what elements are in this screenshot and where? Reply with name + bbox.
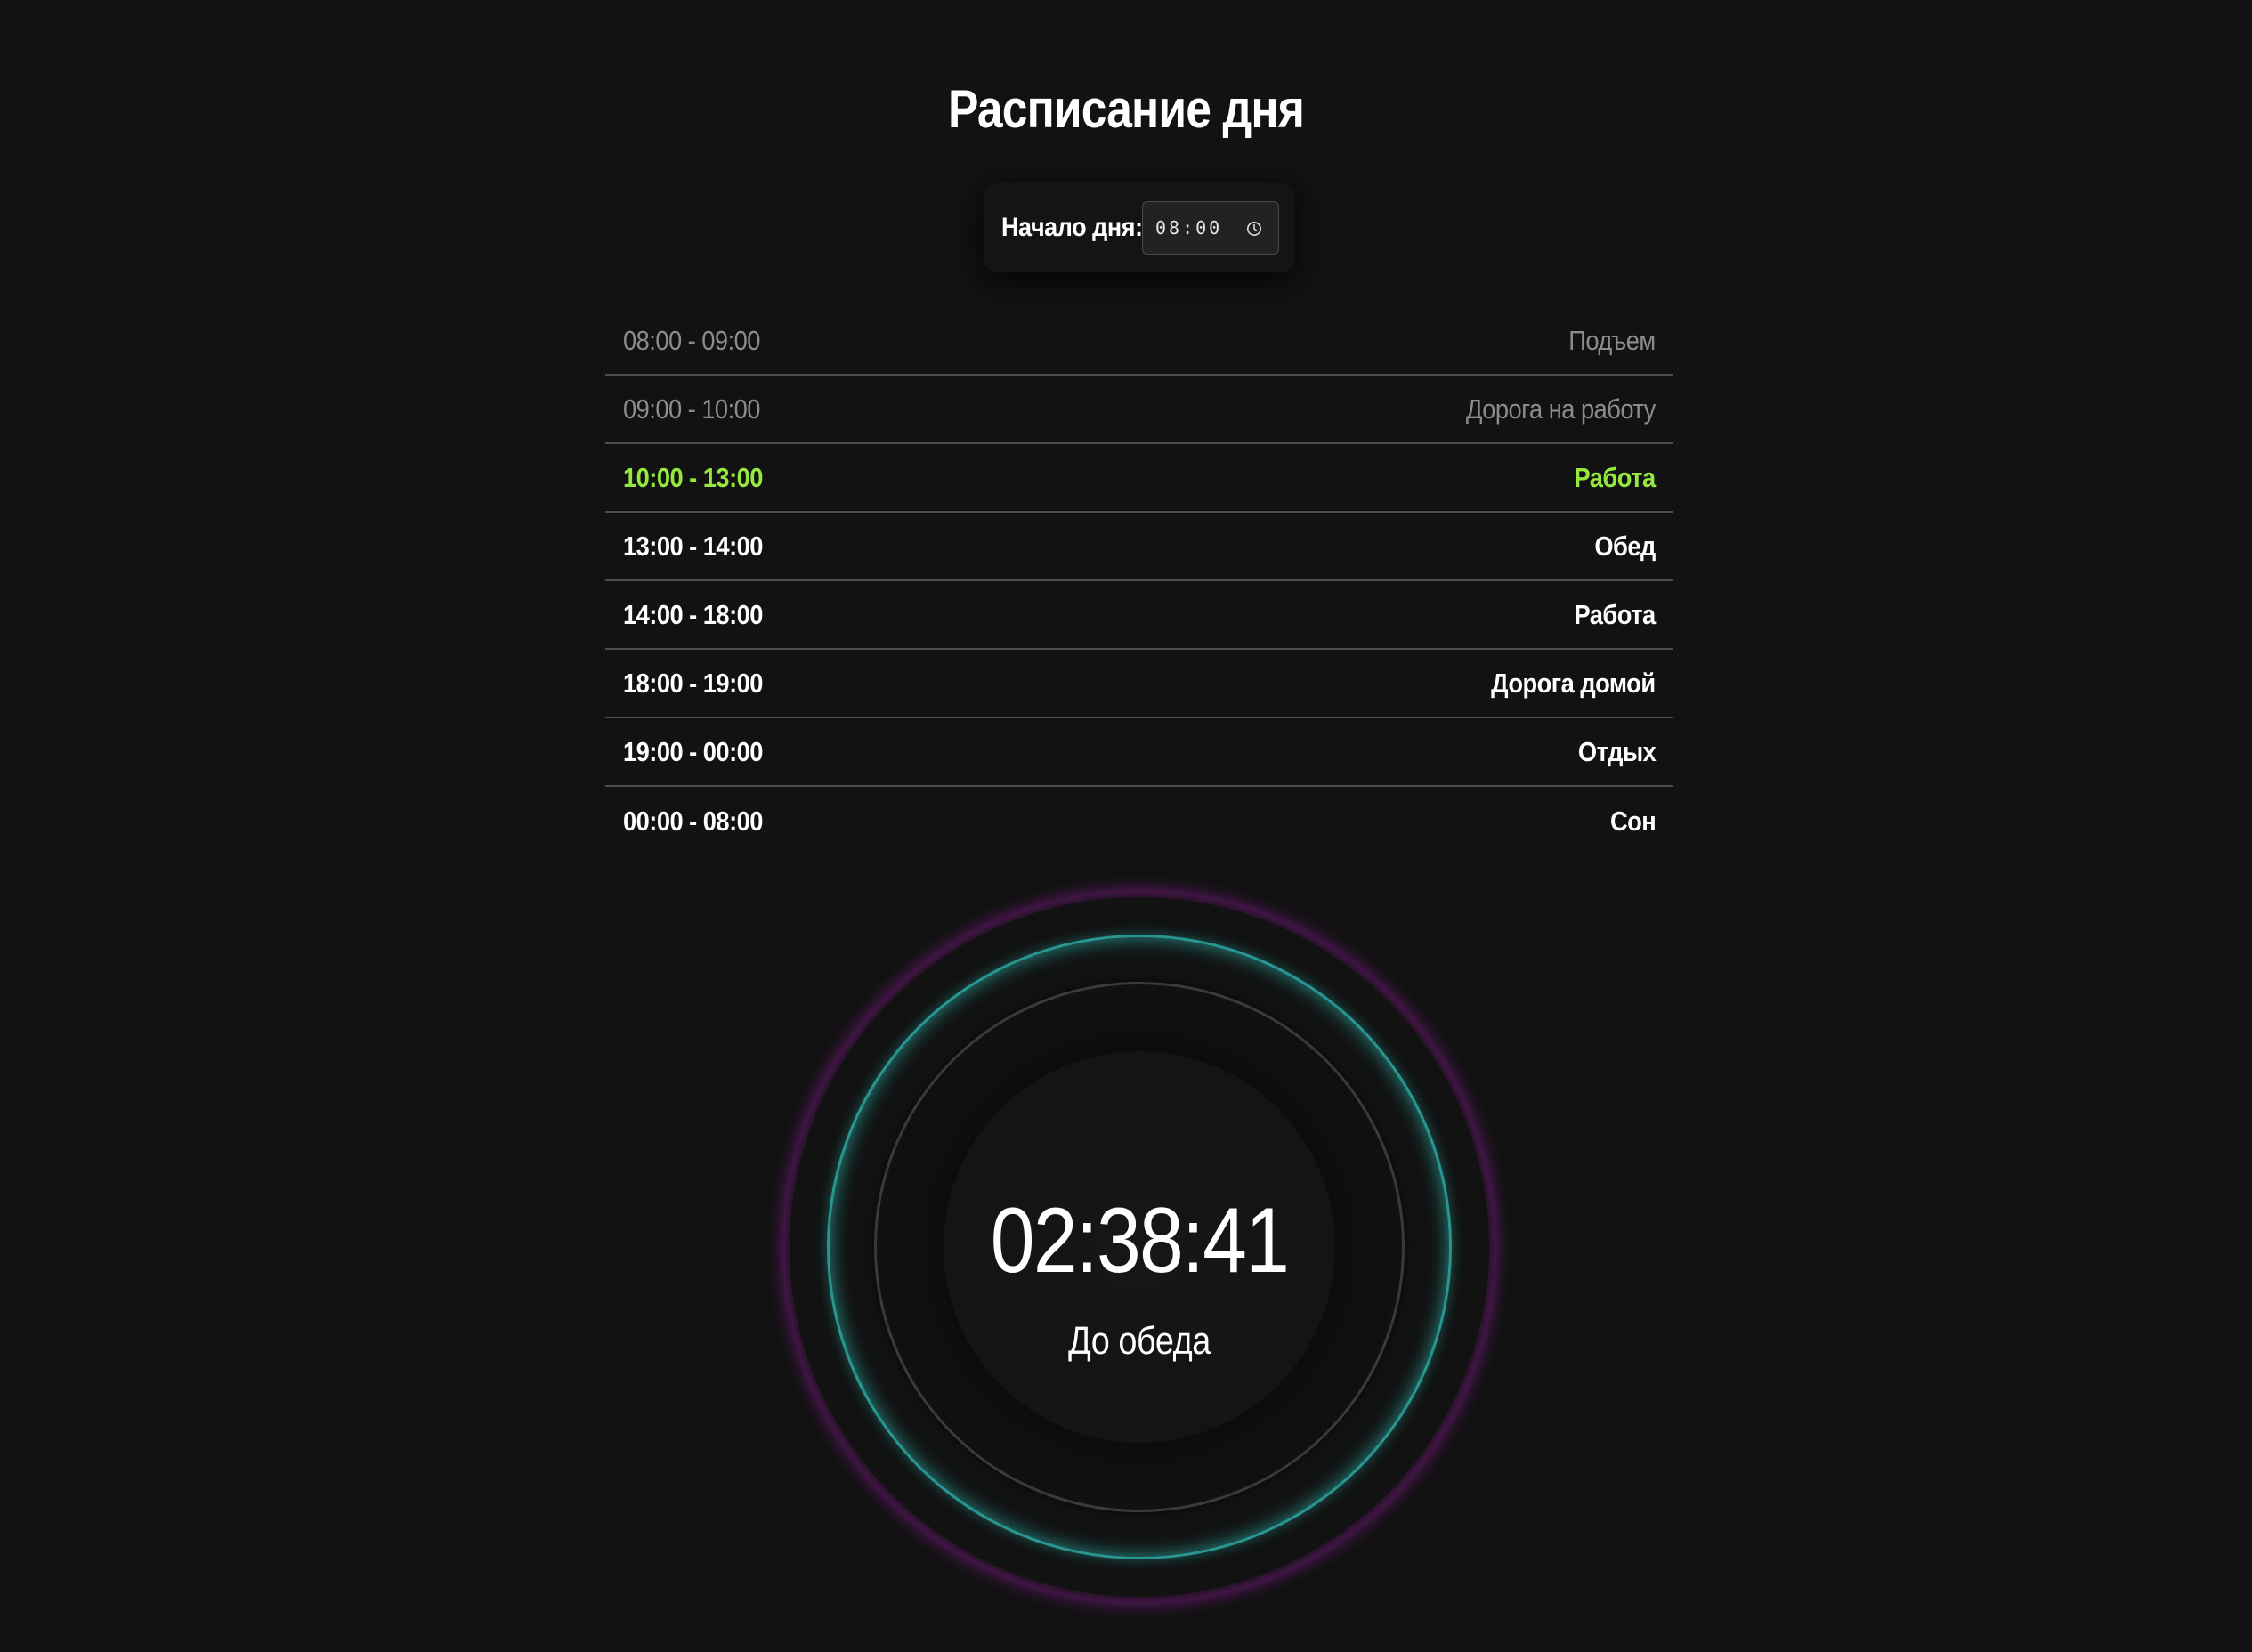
countdown-timer: 02:38:41 До обеда	[782, 890, 1496, 1604]
schedule-activity: Дорога домой	[1491, 667, 1657, 699]
schedule-row: 00:00 - 08:00 Сон	[605, 787, 1673, 855]
day-start-time-input[interactable]: 08:00	[1142, 201, 1279, 255]
schedule-activity: Работа	[1574, 598, 1657, 630]
schedule-time: 00:00 - 08:00	[623, 805, 763, 837]
schedule-time: 10:00 - 13:00	[623, 461, 763, 493]
schedule-activity: Обед	[1594, 530, 1657, 562]
page-title: Расписание дня	[948, 79, 1305, 139]
day-start-panel: Начало дня: 08:00	[984, 183, 1295, 272]
countdown-value: 02:38:41	[990, 1189, 1290, 1292]
day-start-time-value: 08:00	[1155, 217, 1223, 239]
schedule-time: 13:00 - 14:00	[623, 530, 763, 562]
schedule-time: 08:00 - 09:00	[623, 324, 760, 356]
schedule-row: 10:00 - 13:00 Работа	[605, 444, 1673, 513]
day-start-label: Начало дня:	[1001, 213, 1143, 242]
schedule-row: 09:00 - 10:00 Дорога на работу	[605, 376, 1673, 444]
schedule-row: 18:00 - 19:00 Дорога домой	[605, 650, 1673, 718]
schedule-activity: Сон	[1609, 805, 1657, 837]
schedule-time: 09:00 - 10:00	[623, 393, 760, 425]
schedule-row: 13:00 - 14:00 Обед	[605, 513, 1673, 581]
schedule-row: 14:00 - 18:00 Работа	[605, 581, 1673, 650]
schedule-time: 14:00 - 18:00	[623, 598, 763, 630]
schedule-activity: Дорога на работу	[1466, 393, 1656, 425]
schedule-list: 08:00 - 09:00 Подъем 09:00 - 10:00 Дорог…	[605, 307, 1673, 855]
schedule-row: 19:00 - 00:00 Отдых	[605, 718, 1673, 787]
schedule-page: Расписание дня Начало дня: 08:00 08:00 -…	[0, 0, 2252, 1652]
schedule-time: 18:00 - 19:00	[623, 667, 763, 699]
schedule-activity: Работа	[1574, 461, 1657, 493]
clock-icon[interactable]	[1246, 221, 1262, 237]
schedule-row: 08:00 - 09:00 Подъем	[605, 307, 1673, 376]
schedule-time: 19:00 - 00:00	[623, 735, 763, 767]
schedule-activity: Отдых	[1577, 735, 1657, 767]
schedule-activity: Подъем	[1568, 324, 1657, 356]
countdown-label: До обеда	[1068, 1319, 1211, 1363]
